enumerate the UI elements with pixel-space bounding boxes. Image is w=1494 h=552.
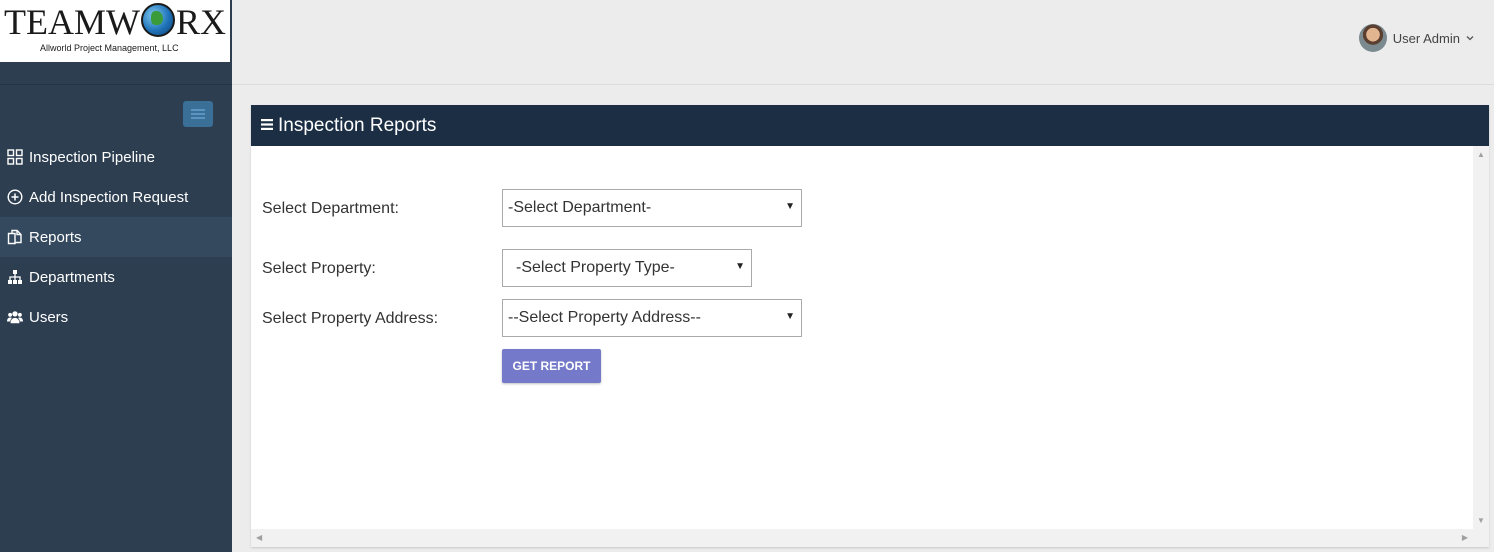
sidebar-item-label: Inspection Pipeline: [29, 148, 155, 166]
logo-tagline: Allworld Project Management, LLC: [40, 43, 179, 53]
logo[interactable]: TEAMW RX Allworld Project Management, LLC: [0, 0, 230, 62]
caret-down-icon: ▼: [785, 201, 795, 212]
get-report-button[interactable]: GET REPORT: [502, 349, 601, 383]
scroll-up-icon[interactable]: ▲: [1477, 150, 1485, 159]
globe-icon: [140, 3, 175, 37]
caret-down-icon: ▼: [785, 311, 795, 322]
scroll-down-icon[interactable]: ▼: [1477, 516, 1485, 525]
scrollbar-corner: [1473, 529, 1489, 547]
property-address-select-value: --Select Property Address--: [508, 309, 701, 326]
sidebar-item-label: Reports: [29, 228, 82, 246]
sidebar-item-label: Add Inspection Request: [29, 188, 189, 206]
hamburger-icon: [191, 109, 205, 111]
sidebar-divider: [0, 84, 232, 85]
sidebar-item-label: Departments: [29, 268, 115, 286]
caret-down-icon: ▼: [735, 261, 745, 272]
sidebar-item-inspection-pipeline[interactable]: Inspection Pipeline: [0, 137, 232, 177]
scroll-right-icon[interactable]: ▶: [1462, 533, 1468, 542]
department-select-value: -Select Department-: [508, 199, 652, 216]
list-icon: [261, 117, 273, 135]
copy-document-icon: [7, 229, 23, 245]
avatar: [1358, 24, 1387, 52]
user-name: User Admin: [1392, 30, 1460, 46]
menu-toggle-button[interactable]: [183, 101, 213, 127]
hamburger-line: [191, 117, 205, 119]
top-bar: User Admin: [232, 0, 1494, 85]
property-label: Select Property:: [262, 260, 376, 277]
sitemap-icon: [7, 269, 23, 285]
panel-body: Select Department: -Select Department- ▼…: [251, 146, 1473, 529]
department-label: Select Department:: [262, 200, 399, 217]
property-address-select[interactable]: --Select Property Address-- ▼: [502, 299, 802, 337]
logo-text-end: RX: [175, 2, 226, 42]
scroll-left-icon[interactable]: ◀: [256, 533, 262, 542]
hamburger-line: [191, 113, 205, 115]
user-menu[interactable]: User Admin: [1358, 24, 1474, 52]
property-type-select-value: -Select Property Type-: [516, 259, 675, 276]
logo-wordmark: TEAMW RX: [4, 2, 226, 42]
sidebar-item-departments[interactable]: Departments: [0, 257, 232, 297]
sidebar-item-users[interactable]: Users: [0, 297, 232, 337]
sidebar-item-label: Users: [29, 308, 69, 326]
sidebar: TEAMW RX Allworld Project Management, LLC…: [0, 0, 232, 552]
chevron-down-icon: [1466, 33, 1474, 44]
logo-text-start: TEAMW: [4, 2, 140, 42]
users-icon: [7, 309, 23, 325]
property-address-label: Select Property Address:: [262, 310, 439, 327]
sidebar-item-add-inspection-request[interactable]: Add Inspection Request: [0, 177, 232, 217]
horizontal-scrollbar[interactable]: ◀ ▶: [251, 529, 1473, 547]
sidebar-item-reports[interactable]: Reports: [0, 217, 232, 257]
panel-title: Inspection Reports: [278, 114, 437, 136]
vertical-scrollbar[interactable]: ▲ ▼: [1473, 146, 1489, 529]
panel-header: Inspection Reports: [251, 105, 1489, 146]
property-type-select[interactable]: -Select Property Type- ▼: [502, 249, 752, 287]
sidebar-nav: Inspection Pipeline Add Inspection Reque…: [0, 137, 232, 337]
plus-circle-icon: [7, 189, 23, 205]
department-select[interactable]: -Select Department- ▼: [502, 189, 802, 227]
grid-icon: [7, 149, 23, 165]
inspection-reports-panel: Inspection Reports Select Department: -S…: [251, 105, 1489, 547]
